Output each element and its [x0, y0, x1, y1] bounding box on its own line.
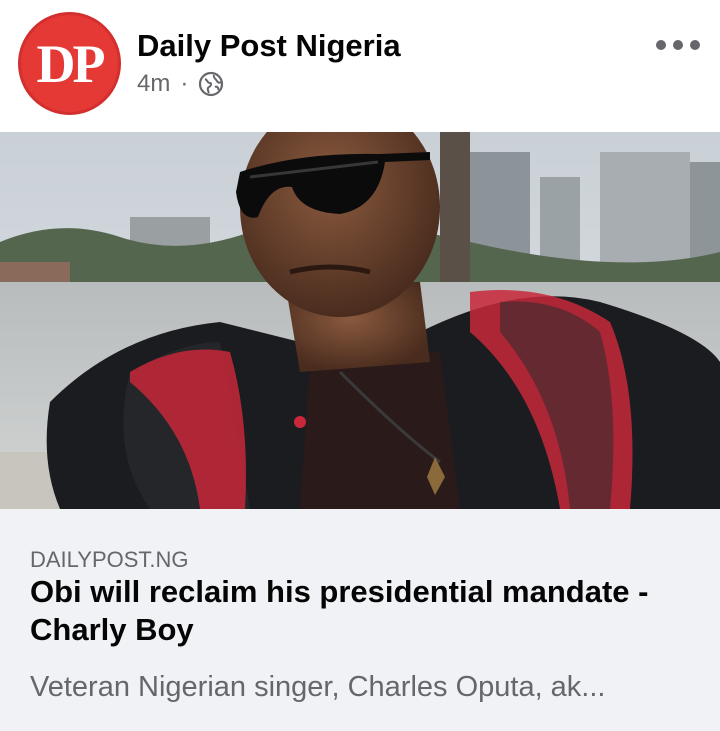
- meta-separator: ·: [180, 70, 189, 97]
- link-preview-card[interactable]: DAILYPOST.NG Obi will reclaim his presid…: [0, 509, 720, 731]
- post-header: DP Daily Post Nigeria 4m ·: [0, 0, 720, 131]
- post-timestamp[interactable]: 4m: [137, 70, 170, 98]
- link-domain: DAILYPOST.NG: [30, 547, 189, 572]
- page-name[interactable]: Daily Post Nigeria: [137, 28, 401, 64]
- globe-icon[interactable]: [198, 71, 224, 97]
- page-avatar[interactable]: DP: [18, 12, 121, 115]
- link-description: Veteran Nigerian singer, Charles Oputa, …: [30, 671, 606, 703]
- more-dot: [656, 40, 666, 50]
- avatar-logo-text: DP: [36, 33, 106, 94]
- link-preview-image[interactable]: [0, 132, 720, 509]
- link-headline[interactable]: Obi will reclaim his presidential mandat…: [30, 573, 690, 649]
- more-dot: [690, 40, 700, 50]
- post-meta: 4m ·: [137, 70, 224, 98]
- more-dot: [673, 40, 683, 50]
- more-options-icon[interactable]: [656, 40, 700, 50]
